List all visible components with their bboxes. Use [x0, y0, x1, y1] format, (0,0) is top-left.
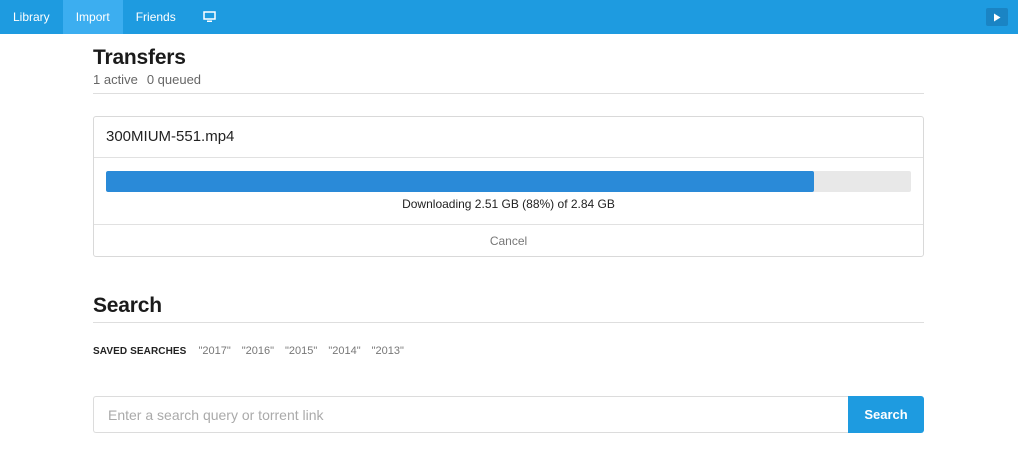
- cancel-transfer-button[interactable]: Cancel: [94, 225, 923, 256]
- transfers-divider: [93, 93, 924, 94]
- transfers-summary: 1 active 0 queued: [93, 72, 201, 87]
- saved-searches: SAVED SEARCHES "2017" "2016" "2015" "201…: [93, 345, 404, 357]
- saved-search-item[interactable]: "2014": [328, 345, 360, 357]
- nav-tab-display[interactable]: [189, 0, 230, 34]
- saved-search-item[interactable]: "2016": [242, 345, 274, 357]
- top-nav-bar: Library Import Friends: [0, 0, 1018, 34]
- search-bar: Search: [93, 396, 924, 433]
- download-progress-bar: [106, 171, 911, 192]
- saved-searches-label: SAVED SEARCHES: [93, 345, 187, 357]
- nav-tab-label: Friends: [135, 10, 176, 24]
- saved-search-item[interactable]: "2015": [285, 345, 317, 357]
- search-button[interactable]: Search: [848, 396, 924, 433]
- card-divider: [94, 157, 923, 158]
- saved-search-item[interactable]: "2013": [372, 345, 404, 357]
- transfers-heading: Transfers: [93, 46, 186, 69]
- queued-count: 0 queued: [146, 72, 202, 87]
- search-input[interactable]: [93, 396, 848, 433]
- nav-tab-label: Import: [75, 10, 110, 24]
- transfer-file-name: 300MIUM-551.mp4: [106, 128, 235, 145]
- saved-search-item[interactable]: "2017": [198, 345, 230, 357]
- download-progress-fill: [106, 171, 815, 192]
- transfer-card: 300MIUM-551.mp4 Downloading 2.51 GB (88%…: [93, 116, 924, 257]
- search-heading: Search: [93, 294, 162, 317]
- play-icon: [994, 13, 1001, 21]
- search-divider: [93, 322, 924, 323]
- play-button[interactable]: [986, 8, 1008, 26]
- nav-tab-friends[interactable]: Friends: [123, 0, 189, 34]
- active-count: 1 active: [93, 72, 138, 87]
- monitor-icon: [202, 11, 216, 22]
- nav-tabs: Library Import Friends: [0, 0, 1018, 34]
- nav-tab-import[interactable]: Import: [62, 0, 123, 34]
- nav-tab-library[interactable]: Library: [0, 0, 63, 34]
- nav-tab-label: Library: [13, 10, 50, 24]
- download-status-text: Downloading 2.51 GB (88%) of 2.84 GB: [402, 197, 615, 211]
